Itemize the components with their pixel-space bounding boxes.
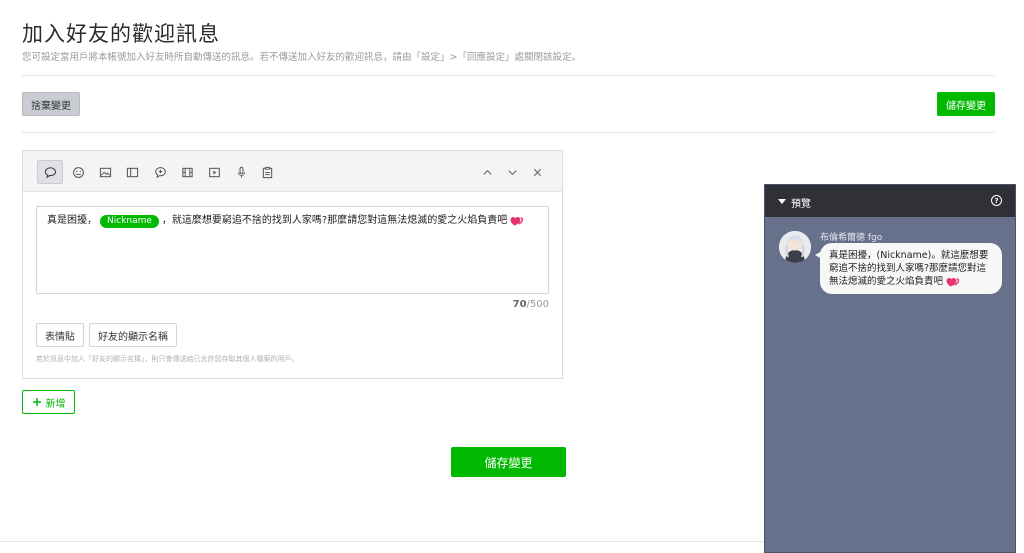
video-play-icon[interactable] [201,160,227,184]
nickname-hint: 若於訊息中加入「好友的顯示名稱」，則只會傳送給已允許您存取其個人檔案的用戶。 [36,355,299,363]
save-changes-button-top[interactable]: 儲存變更 [937,92,995,116]
message-text-before: 真是困擾， [47,215,97,226]
sender-name: 布倫希爾德 fgo [820,233,883,243]
message-editor: 真是困擾， Nickname ，就這麼想要窮追不捨的找到人家嗎?那麼請您對這無法熄滅… [22,150,563,379]
heart-emoji-icon [510,216,524,225]
film-icon[interactable] [174,160,200,184]
plus-icon [32,398,41,406]
sticker-button[interactable]: 表情貼 [36,323,84,347]
page-description: 您可設定當用戶將本帳號加入好友時所自動傳送的訊息。若不傳送加入好友的歡迎訊息，請… [22,52,581,63]
preview-message-text: 真是困擾，(Nickname)。就這麼想要窮追不捨的找到人家嗎?那麼請您對這無法… [829,250,989,287]
chevron-up-icon[interactable] [474,160,500,184]
preview-title: 預覽 [791,199,811,210]
close-icon[interactable] [524,160,550,184]
caret-down-icon[interactable] [778,199,786,204]
nickname-chip[interactable]: Nickname [100,215,159,228]
divider [22,132,995,133]
avatar [779,231,811,263]
preview-panel: 預覽 ? 布倫希爾德 fgo 真是困擾，(Nickname)。就這麼想要窮追不捨… [764,184,1016,553]
card-icon[interactable] [119,160,145,184]
image-icon[interactable] [92,160,118,184]
message-text-after: ，就這麼想要窮追不捨的找到人家嗎?那麼請您對這無法熄滅的愛之火焰負責吧 [161,215,508,226]
divider [22,75,995,76]
chevron-down-icon[interactable] [499,160,525,184]
add-message-button[interactable]: 新增 [22,390,75,414]
discard-changes-button[interactable]: 捨棄變更 [22,92,80,116]
save-changes-button[interactable]: 儲存變更 [451,447,566,477]
help-icon[interactable]: ? [991,195,1002,206]
page-title: 加入好友的歡迎訊息 [22,22,220,46]
add-message-label: 新增 [45,398,66,410]
chat-reply-icon[interactable] [147,160,173,184]
preview-message-bubble: 真是困擾，(Nickname)。就這麼想要窮追不捨的找到人家嗎?那麼請您對這無法… [815,243,1002,294]
character-counter: 70/500 [512,299,549,310]
divider [0,541,764,542]
heart-emoji-icon [946,278,960,287]
text-bubble-icon[interactable] [37,160,63,184]
clipboard-icon[interactable] [254,160,280,184]
message-textarea[interactable]: 真是困擾， Nickname ，就這麼想要窮追不捨的找到人家嗎?那麼請您對這無法熄滅… [36,206,549,294]
preview-header[interactable]: 預覽 ? [765,185,1015,217]
editor-toolbar [23,151,562,192]
friend-display-name-button[interactable]: 好友的顯示名稱 [89,323,177,347]
microphone-icon[interactable] [228,160,254,184]
emoji-icon[interactable] [65,160,91,184]
